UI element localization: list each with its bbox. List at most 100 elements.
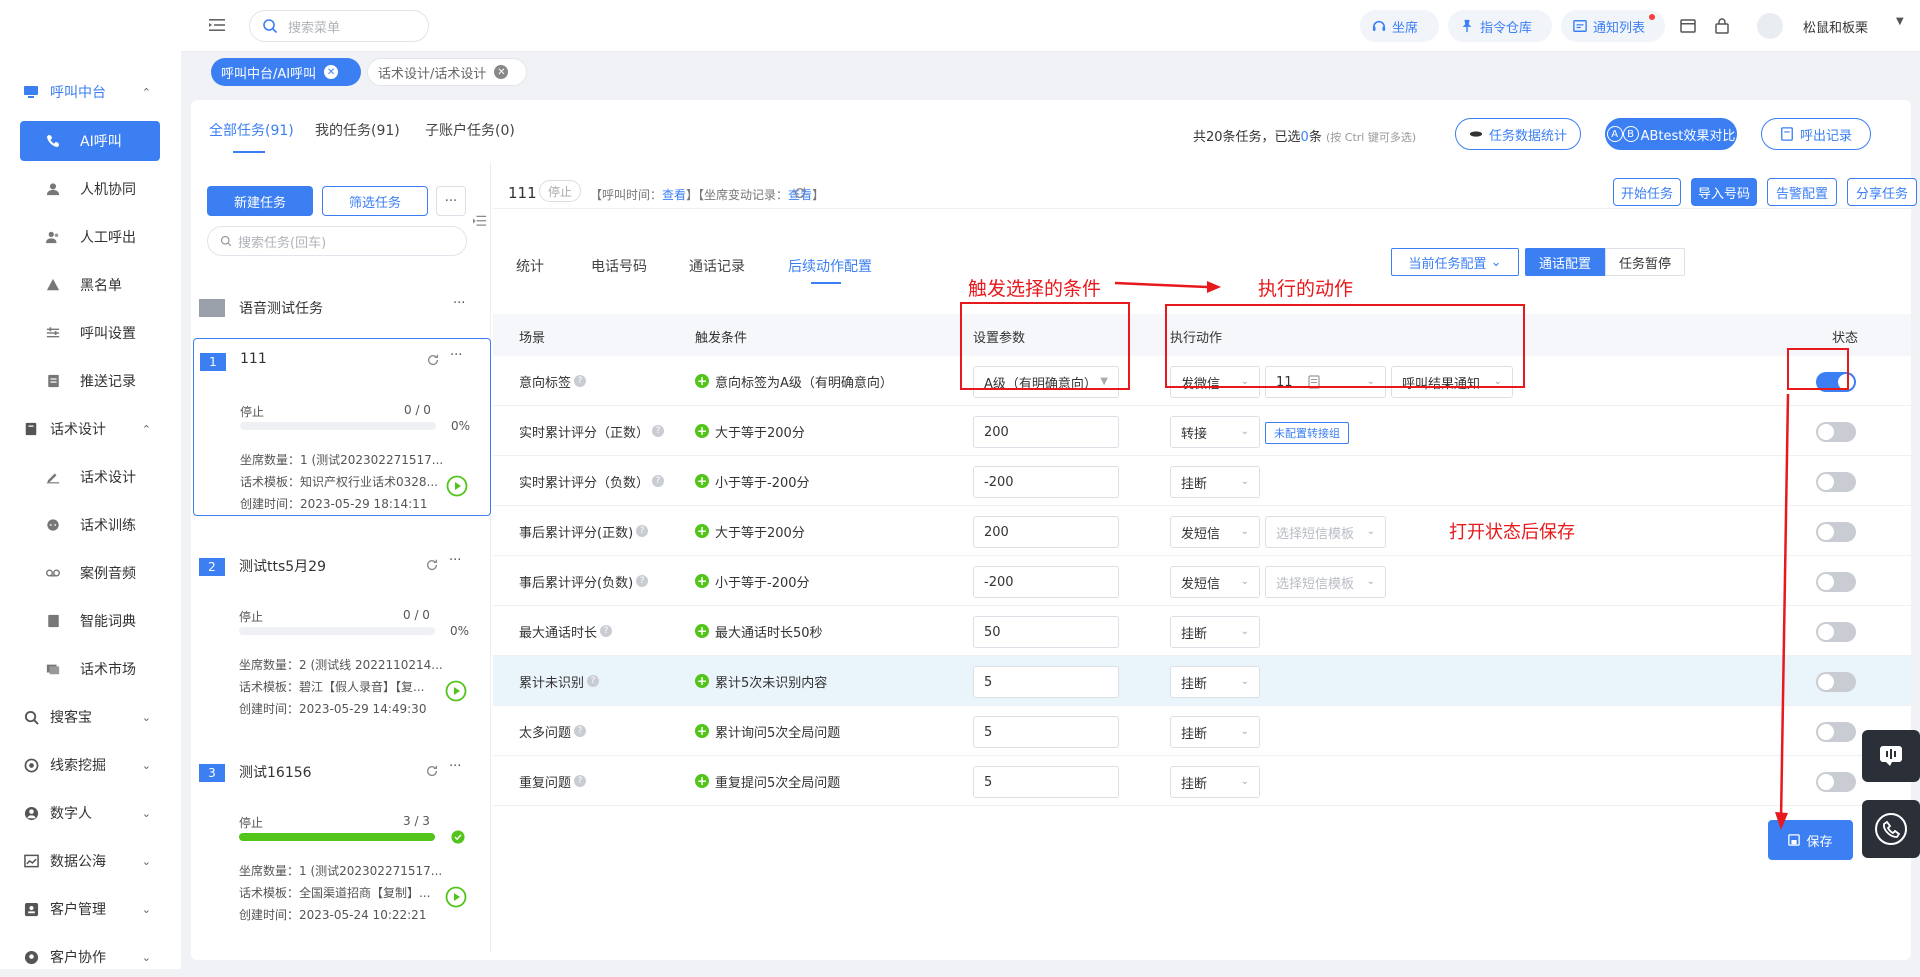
start-task-button[interactable]: 开始任务 bbox=[1613, 178, 1681, 206]
action-select[interactable]: 挂断 ⌄ bbox=[1170, 616, 1260, 648]
sms-template-select[interactable]: 选择短信模板 ⌄ bbox=[1265, 516, 1386, 548]
status-toggle[interactable] bbox=[1816, 472, 1856, 492]
add-condition-icon[interactable]: + bbox=[695, 724, 709, 738]
param-input[interactable]: 5 bbox=[973, 766, 1119, 798]
sidebar-group-collaboration[interactable]: 客户协作 ⌄ bbox=[0, 937, 181, 977]
sidebar-group-call-center[interactable]: 呼叫中台 ⌃ bbox=[0, 72, 181, 112]
sidebar-item-script-design[interactable]: 话术设计 bbox=[0, 457, 181, 497]
lock-icon[interactable] bbox=[1714, 18, 1730, 34]
help-icon[interactable]: ? bbox=[587, 675, 600, 687]
chat-widget-button[interactable] bbox=[1862, 730, 1920, 782]
play-icon[interactable] bbox=[445, 886, 467, 908]
task-stats-button[interactable]: 任务数据统计 bbox=[1455, 118, 1581, 150]
task-more-icon[interactable]: ··· bbox=[449, 759, 461, 774]
sidebar-group-digital-human[interactable]: 数字人 ⌄ bbox=[0, 793, 181, 833]
sidebar-group-data-pool[interactable]: 数据公海 ⌄ bbox=[0, 841, 181, 881]
caret-down-icon[interactable]: ▼ bbox=[1896, 16, 1904, 27]
subtab-followup-config[interactable]: 后续动作配置 bbox=[788, 256, 872, 276]
close-icon[interactable]: ✕ bbox=[494, 65, 509, 79]
action-select[interactable]: 发短信 ⌄ bbox=[1170, 566, 1260, 598]
help-icon[interactable]: ? bbox=[574, 375, 587, 387]
notification-list-button[interactable]: 通知列表 bbox=[1561, 10, 1665, 42]
param-input[interactable]: 50 bbox=[973, 616, 1119, 648]
refresh-icon[interactable] bbox=[425, 558, 439, 572]
add-condition-icon[interactable]: + bbox=[695, 374, 709, 388]
param-input[interactable]: 200 bbox=[973, 516, 1119, 548]
action-select[interactable]: 挂断 ⌄ bbox=[1170, 466, 1260, 498]
sidebar-group-soukebao[interactable]: 搜客宝 ⌄ bbox=[0, 697, 181, 737]
subtab-stats[interactable]: 统计 bbox=[516, 256, 544, 276]
avatar[interactable] bbox=[1757, 13, 1783, 39]
sidebar-item-push-records[interactable]: 推送记录 bbox=[0, 361, 181, 401]
param-input[interactable]: 5 bbox=[973, 716, 1119, 748]
action-select[interactable]: 挂断 ⌄ bbox=[1170, 716, 1260, 748]
sidebar-group-script-design[interactable]: 话术设计 ⌃ bbox=[0, 409, 181, 449]
play-icon[interactable] bbox=[445, 680, 467, 702]
sidebar-group-customer-mgmt[interactable]: 客户管理 ⌄ bbox=[0, 889, 181, 929]
new-task-button[interactable]: 新建任务 bbox=[207, 186, 313, 216]
action-select[interactable]: 挂断 ⌄ bbox=[1170, 766, 1260, 798]
status-toggle[interactable] bbox=[1816, 622, 1856, 642]
task-card[interactable]: 3 测试16156 ··· 停止 3 / 3 坐席数量：1 (测试2023022… bbox=[193, 750, 491, 928]
task-pause-toggle[interactable]: 任务暂停 bbox=[1605, 248, 1685, 276]
calendar-icon[interactable] bbox=[1680, 18, 1696, 34]
callout-records-button[interactable]: 呼出记录 bbox=[1761, 118, 1871, 150]
help-icon[interactable]: ? bbox=[652, 425, 665, 437]
help-icon[interactable]: ? bbox=[600, 625, 613, 637]
add-condition-icon[interactable]: + bbox=[695, 624, 709, 638]
task-more-icon[interactable]: ··· bbox=[450, 348, 462, 363]
config-select[interactable]: 当前任务配置 ⌄ bbox=[1391, 248, 1519, 276]
refresh-icon[interactable] bbox=[425, 764, 439, 778]
param-input[interactable]: -200 bbox=[973, 566, 1119, 598]
sidebar-item-ai-call[interactable]: AI呼叫 bbox=[20, 121, 160, 161]
status-toggle[interactable] bbox=[1816, 772, 1856, 792]
play-icon[interactable] bbox=[446, 475, 468, 497]
share-task-button[interactable]: 分享任务 bbox=[1847, 178, 1917, 206]
sidebar-item-blacklist[interactable]: 黑名单 bbox=[0, 265, 181, 305]
menu-search-input[interactable]: 搜索菜单 bbox=[249, 10, 429, 42]
param-input[interactable]: 5 bbox=[973, 666, 1119, 698]
param-input[interactable]: -200 bbox=[973, 466, 1119, 498]
add-condition-icon[interactable]: + bbox=[695, 574, 709, 588]
status-toggle[interactable] bbox=[1816, 522, 1856, 542]
tab-sub-account-tasks[interactable]: 子账户任务(0) bbox=[425, 120, 515, 140]
status-toggle[interactable] bbox=[1816, 722, 1856, 742]
abtest-compare-button[interactable]: A B ABtest效果对比 bbox=[1605, 118, 1737, 150]
help-icon[interactable]: ? bbox=[574, 725, 587, 737]
command-repo-button[interactable]: 指令仓库 bbox=[1448, 10, 1552, 42]
help-icon[interactable]: ? bbox=[574, 775, 587, 787]
more-options-button[interactable]: ··· bbox=[436, 186, 466, 216]
close-icon[interactable]: ✕ bbox=[324, 65, 339, 79]
add-condition-icon[interactable]: + bbox=[695, 524, 709, 538]
sidebar-item-human-ai[interactable]: 人机协同 bbox=[0, 169, 181, 209]
sidebar-item-call-settings[interactable]: 呼叫设置 bbox=[0, 313, 181, 353]
add-condition-icon[interactable]: + bbox=[695, 774, 709, 788]
page-tab-script-design[interactable]: 话术设计/话术设计 ✕ bbox=[367, 58, 527, 86]
action-select[interactable]: 发短信 ⌄ bbox=[1170, 516, 1260, 548]
sidebar-item-dictionary[interactable]: 智能词典 bbox=[0, 601, 181, 641]
refresh-icon[interactable] bbox=[793, 186, 807, 200]
sidebar-group-leads[interactable]: 线索挖掘 ⌄ bbox=[0, 745, 181, 785]
service-widget-button[interactable] bbox=[1862, 800, 1920, 858]
user-name[interactable]: 松鼠和板栗 bbox=[1803, 17, 1868, 36]
param-input[interactable]: 200 bbox=[973, 416, 1119, 448]
transfer-group-tag[interactable]: 未配置转接组 bbox=[1265, 422, 1349, 444]
subtab-call-records[interactable]: 通话记录 bbox=[689, 256, 745, 276]
sidebar-item-script-market[interactable]: 话术市场 bbox=[0, 649, 181, 689]
sms-template-select[interactable]: 选择短信模板 ⌄ bbox=[1265, 566, 1386, 598]
tab-my-tasks[interactable]: 我的任务(91) bbox=[315, 120, 400, 140]
task-more-icon[interactable]: ··· bbox=[449, 553, 461, 568]
subtab-phone-numbers[interactable]: 电话号码 bbox=[591, 256, 647, 276]
sidebar-item-manual-call[interactable]: 人工呼出 bbox=[0, 217, 181, 257]
alarm-config-button[interactable]: 告警配置 bbox=[1767, 178, 1837, 206]
refresh-icon[interactable] bbox=[426, 353, 440, 367]
page-tab-ai-call[interactable]: 呼叫中台/AI呼叫 ✕ bbox=[211, 58, 361, 86]
import-numbers-button[interactable]: 导入号码 bbox=[1691, 178, 1757, 206]
sidebar-item-script-training[interactable]: 话术训练 bbox=[0, 505, 181, 545]
status-toggle[interactable] bbox=[1816, 422, 1856, 442]
task-card[interactable]: 2 测试tts5月29 ··· 停止 0 / 0 0% 坐席数量：2 (测试线 … bbox=[193, 544, 491, 722]
call-time-link[interactable]: 查看 bbox=[662, 188, 686, 202]
task-search-input[interactable]: 搜索任务(回车) bbox=[207, 226, 467, 256]
add-condition-icon[interactable]: + bbox=[695, 474, 709, 488]
add-condition-icon[interactable]: + bbox=[695, 674, 709, 688]
